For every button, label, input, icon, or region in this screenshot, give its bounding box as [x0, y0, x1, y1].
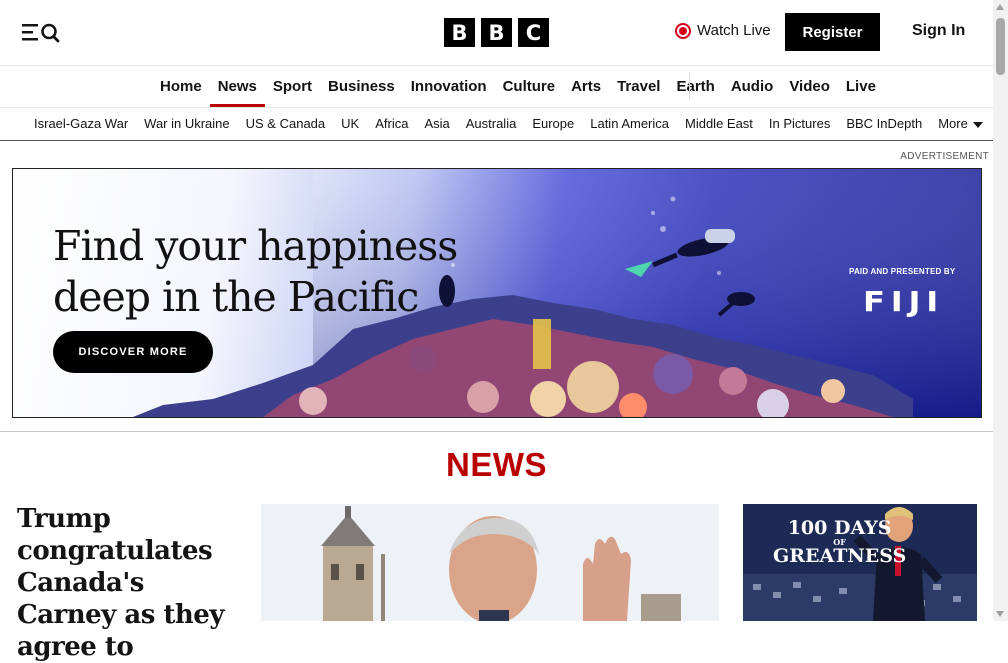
subnav-item-in-pictures[interactable]: In Pictures: [761, 108, 838, 140]
subnav-item-asia[interactable]: Asia: [416, 108, 457, 140]
nav-item-earth[interactable]: Earth: [668, 66, 722, 107]
nav-item-arts[interactable]: Arts: [563, 66, 609, 107]
ad-headline-line: deep in the Pacific: [53, 273, 419, 321]
watch-live-link[interactable]: Watch Live: [675, 22, 771, 39]
nav-item-live[interactable]: Live: [838, 66, 884, 107]
side-story-image[interactable]: 100 DAYS OF GREATNESS: [743, 504, 977, 621]
watch-live-label: Watch Live: [697, 22, 771, 39]
main-nav: Home News Sport Business Innovation Cult…: [0, 66, 993, 108]
subnav-item-europe[interactable]: Europe: [524, 108, 582, 140]
nav-item-business[interactable]: Business: [320, 66, 403, 107]
subnav-item-war-in-ukraine[interactable]: War in Ukraine: [136, 108, 237, 140]
paid-presented-label: PAID AND PRESENTED BY: [849, 267, 956, 276]
banner-line: GREATNESS: [773, 545, 907, 567]
bbc-logo[interactable]: B B C: [444, 18, 549, 47]
subnav-item-latin-america[interactable]: Latin America: [582, 108, 677, 140]
banner-line: 100 DAYS: [787, 517, 892, 539]
top-header: B B C Watch Live Register Sign In: [0, 0, 993, 66]
fiji-logo: FIJI: [863, 285, 944, 318]
chevron-down-icon: [972, 121, 983, 128]
sign-in-link[interactable]: Sign In: [912, 22, 965, 40]
nav-item-culture[interactable]: Culture: [495, 66, 564, 107]
subnav-item-israel-gaza-war[interactable]: Israel-Gaza War: [26, 108, 136, 140]
subnav-item-middle-east[interactable]: Middle East: [677, 108, 761, 140]
carney-photo: [261, 504, 719, 621]
section-divider: [0, 431, 993, 432]
nav-divider: [689, 72, 690, 100]
advertisement-label: ADVERTISEMENT: [900, 151, 989, 162]
lead-story-image[interactable]: [261, 504, 719, 621]
logo-letter: C: [518, 18, 549, 47]
nav-item-news[interactable]: News: [209, 66, 266, 107]
nav-item-sport[interactable]: Sport: [265, 66, 320, 107]
nav-item-audio[interactable]: Audio: [723, 66, 782, 107]
subnav-item-uk[interactable]: UK: [333, 108, 367, 140]
menu-search-button[interactable]: [20, 20, 64, 46]
nav-item-home[interactable]: Home: [152, 66, 210, 107]
scroll-up-arrow-icon[interactable]: [996, 4, 1004, 10]
logo-letter: B: [481, 18, 512, 47]
subnav-item-bbc-indepth[interactable]: BBC InDepth: [838, 108, 930, 140]
subnav-item-africa[interactable]: Africa: [367, 108, 416, 140]
scroll-down-arrow-icon[interactable]: [996, 611, 1004, 617]
advertisement-banner[interactable]: Find your happiness deep in the Pacific …: [12, 168, 982, 418]
more-label: More: [938, 116, 968, 131]
register-button[interactable]: Register: [785, 13, 880, 51]
ad-headline: Find your happiness deep in the Pacific: [53, 221, 458, 323]
subnav-item-australia[interactable]: Australia: [458, 108, 525, 140]
nav-item-innovation[interactable]: Innovation: [403, 66, 495, 107]
ad-headline-line: Find your happiness: [53, 222, 458, 270]
lead-story-headline[interactable]: Trump congratulates Canada's Carney as t…: [17, 503, 247, 663]
live-icon: [675, 22, 691, 39]
menu-search-icon: [22, 23, 60, 43]
logo-letter: B: [444, 18, 475, 47]
greatness-banner: 100 DAYS OF GREATNESS: [773, 518, 906, 566]
nav-item-video[interactable]: Video: [781, 66, 838, 107]
scroll-thumb[interactable]: [996, 18, 1005, 75]
nav-item-travel[interactable]: Travel: [609, 66, 668, 107]
page-scrollbar[interactable]: [993, 0, 1008, 621]
discover-more-button[interactable]: DISCOVER MORE: [53, 331, 213, 373]
subnav-more-button[interactable]: More: [930, 108, 991, 140]
news-section-title: NEWS: [446, 446, 547, 483]
sub-nav: Israel-Gaza War War in Ukraine US & Cana…: [0, 108, 993, 141]
subnav-item-us-canada[interactable]: US & Canada: [238, 108, 334, 140]
